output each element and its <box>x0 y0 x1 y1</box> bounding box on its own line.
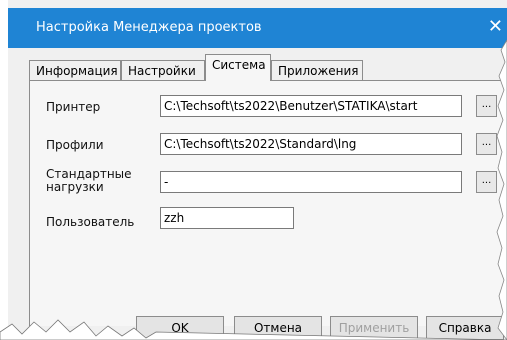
window-title: Настройка Менеджера проектов <box>36 20 262 35</box>
printer-label: Принтер <box>46 100 101 114</box>
tab-system[interactable]: Система <box>205 54 271 81</box>
torn-right-edge <box>496 40 507 340</box>
default-loads-label: Стандартные нагрузки <box>46 167 132 194</box>
profiles-label: Профили <box>46 138 104 152</box>
tab-information[interactable]: Информация <box>29 60 121 80</box>
profiles-path-field[interactable]: C:\Techsoft\ts2022\Standard\lng <box>160 133 462 155</box>
user-field[interactable]: zzh <box>160 207 294 229</box>
default-loads-browse-button[interactable]: ... <box>476 171 497 193</box>
torn-bottom-edge <box>0 319 507 340</box>
printer-browse-button[interactable]: ... <box>476 95 497 117</box>
title-bar: Настройка Менеджера проектов ✕ <box>8 8 507 48</box>
default-loads-field[interactable]: - <box>160 171 462 193</box>
printer-path-field[interactable]: C:\Techsoft\ts2022\Benutzer\STATIKA\star… <box>160 95 462 117</box>
tab-applications[interactable]: Приложения <box>271 60 363 80</box>
user-label: Пользователь <box>46 215 135 229</box>
tab-settings[interactable]: Настройки <box>121 60 205 80</box>
close-icon[interactable]: ✕ <box>488 16 503 37</box>
profiles-browse-button[interactable]: ... <box>476 133 497 155</box>
